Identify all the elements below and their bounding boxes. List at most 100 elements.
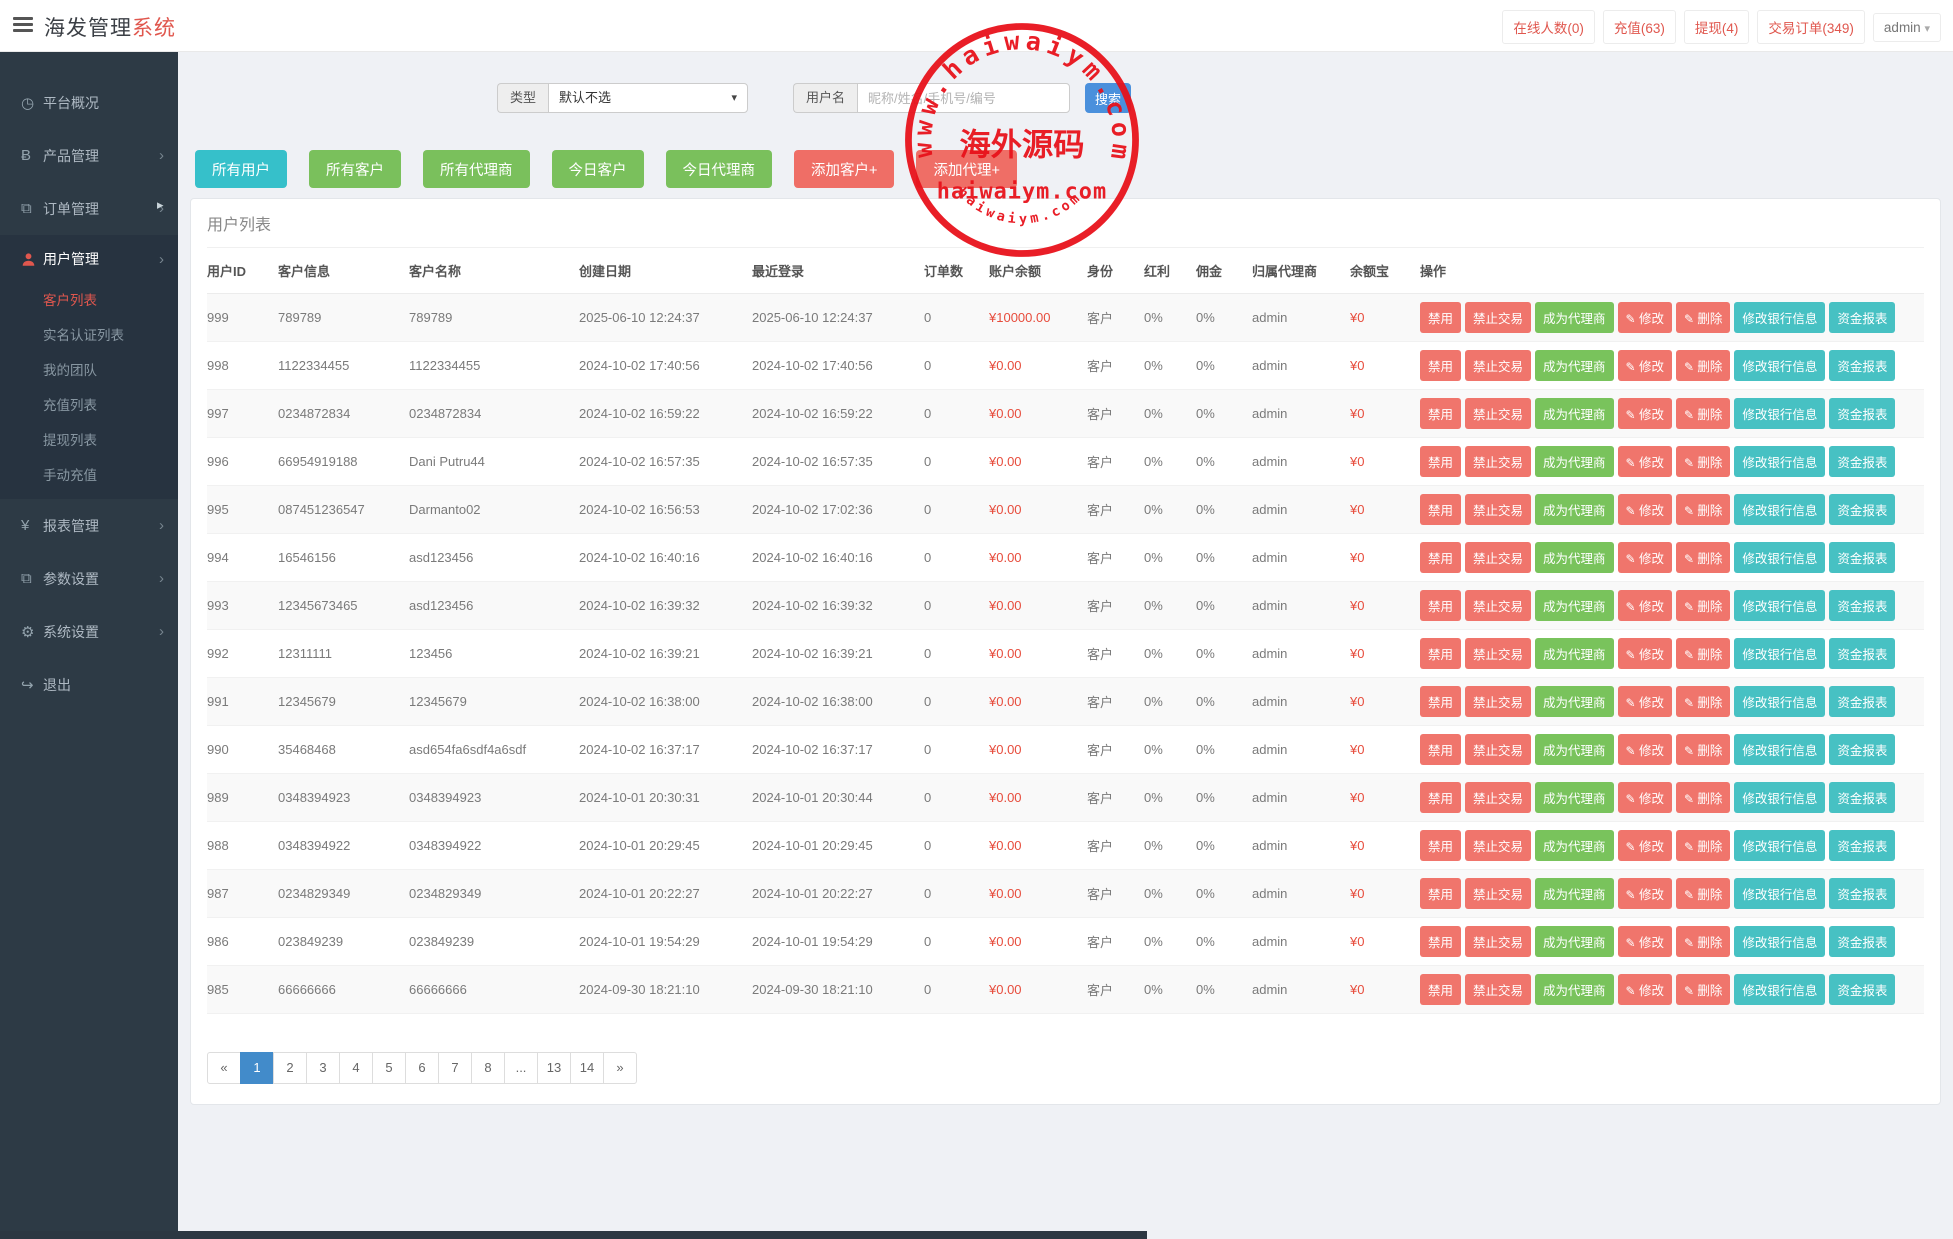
make-agent-button[interactable]: 成为代理商 [1535, 782, 1614, 813]
header-stat-button[interactable]: 提现(4) [1684, 10, 1750, 44]
delete-button[interactable]: ✎ 删除 [1676, 878, 1730, 909]
edit-bank-button[interactable]: 修改银行信息 [1734, 446, 1825, 477]
page-button[interactable]: 4 [339, 1052, 373, 1084]
make-agent-button[interactable]: 成为代理商 [1535, 590, 1614, 621]
page-button[interactable]: 3 [306, 1052, 340, 1084]
ban-trade-button[interactable]: 禁止交易 [1465, 494, 1531, 525]
make-agent-button[interactable]: 成为代理商 [1535, 302, 1614, 333]
header-stat-button[interactable]: 在线人数(0) [1502, 10, 1595, 44]
make-agent-button[interactable]: 成为代理商 [1535, 542, 1614, 573]
disable-button[interactable]: 禁用 [1420, 782, 1461, 813]
sidebar-subitem[interactable]: 充值列表 [0, 388, 178, 423]
search-button[interactable]: 搜索 [1085, 83, 1131, 113]
delete-button[interactable]: ✎ 删除 [1676, 782, 1730, 813]
make-agent-button[interactable]: 成为代理商 [1535, 926, 1614, 957]
edit-button[interactable]: ✎ 修改 [1618, 446, 1672, 477]
fund-report-button[interactable]: 资金报表 [1829, 590, 1895, 621]
delete-button[interactable]: ✎ 删除 [1676, 974, 1730, 1005]
today-customers-button[interactable]: 今日客户 [552, 150, 644, 188]
ban-trade-button[interactable]: 禁止交易 [1465, 686, 1531, 717]
edit-bank-button[interactable]: 修改银行信息 [1734, 878, 1825, 909]
edit-bank-button[interactable]: 修改银行信息 [1734, 542, 1825, 573]
fund-report-button[interactable]: 资金报表 [1829, 542, 1895, 573]
make-agent-button[interactable]: 成为代理商 [1535, 878, 1614, 909]
today-agents-button[interactable]: 今日代理商 [666, 150, 773, 188]
disable-button[interactable]: 禁用 [1420, 446, 1461, 477]
page-button[interactable]: 14 [570, 1052, 604, 1084]
delete-button[interactable]: ✎ 删除 [1676, 926, 1730, 957]
delete-button[interactable]: ✎ 删除 [1676, 446, 1730, 477]
ban-trade-button[interactable]: 禁止交易 [1465, 398, 1531, 429]
make-agent-button[interactable]: 成为代理商 [1535, 830, 1614, 861]
disable-button[interactable]: 禁用 [1420, 302, 1461, 333]
page-button[interactable]: 6 [405, 1052, 439, 1084]
edit-bank-button[interactable]: 修改银行信息 [1734, 494, 1825, 525]
edit-button[interactable]: ✎ 修改 [1618, 494, 1672, 525]
page-button[interactable]: 1 [240, 1052, 274, 1084]
page-next-button[interactable]: » [603, 1052, 637, 1084]
delete-button[interactable]: ✎ 删除 [1676, 398, 1730, 429]
disable-button[interactable]: 禁用 [1420, 398, 1461, 429]
ban-trade-button[interactable]: 禁止交易 [1465, 878, 1531, 909]
all-users-button[interactable]: 所有用户 [195, 150, 287, 188]
ban-trade-button[interactable]: 禁止交易 [1465, 446, 1531, 477]
edit-bank-button[interactable]: 修改银行信息 [1734, 782, 1825, 813]
edit-bank-button[interactable]: 修改银行信息 [1734, 974, 1825, 1005]
fund-report-button[interactable]: 资金报表 [1829, 302, 1895, 333]
disable-button[interactable]: 禁用 [1420, 590, 1461, 621]
hamburger-menu-icon[interactable] [13, 17, 33, 35]
delete-button[interactable]: ✎ 删除 [1676, 494, 1730, 525]
page-button[interactable]: 7 [438, 1052, 472, 1084]
disable-button[interactable]: 禁用 [1420, 974, 1461, 1005]
delete-button[interactable]: ✎ 删除 [1676, 302, 1730, 333]
ban-trade-button[interactable]: 禁止交易 [1465, 974, 1531, 1005]
make-agent-button[interactable]: 成为代理商 [1535, 686, 1614, 717]
add-customer-button[interactable]: 添加客户+ [794, 150, 894, 188]
delete-button[interactable]: ✎ 删除 [1676, 542, 1730, 573]
disable-button[interactable]: 禁用 [1420, 350, 1461, 381]
page-prev-button[interactable]: « [207, 1052, 241, 1084]
sidebar-subitem[interactable]: 我的团队 [0, 353, 178, 388]
fund-report-button[interactable]: 资金报表 [1829, 926, 1895, 957]
edit-bank-button[interactable]: 修改银行信息 [1734, 686, 1825, 717]
edit-bank-button[interactable]: 修改银行信息 [1734, 734, 1825, 765]
fund-report-button[interactable]: 资金报表 [1829, 878, 1895, 909]
ban-trade-button[interactable]: 禁止交易 [1465, 782, 1531, 813]
delete-button[interactable]: ✎ 删除 [1676, 350, 1730, 381]
sidebar-item-dashboard[interactable]: ◷平台概况 [0, 76, 178, 129]
horizontal-scrollbar[interactable] [0, 1231, 1147, 1239]
make-agent-button[interactable]: 成为代理商 [1535, 734, 1614, 765]
make-agent-button[interactable]: 成为代理商 [1535, 638, 1614, 669]
edit-button[interactable]: ✎ 修改 [1618, 782, 1672, 813]
all-customers-button[interactable]: 所有客户 [309, 150, 401, 188]
page-button[interactable]: 2 [273, 1052, 307, 1084]
all-agents-button[interactable]: 所有代理商 [423, 150, 530, 188]
edit-button[interactable]: ✎ 修改 [1618, 302, 1672, 333]
edit-button[interactable]: ✎ 修改 [1618, 542, 1672, 573]
fund-report-button[interactable]: 资金报表 [1829, 734, 1895, 765]
sidebar-item-logout[interactable]: ↪退出 [0, 658, 178, 711]
disable-button[interactable]: 禁用 [1420, 542, 1461, 573]
delete-button[interactable]: ✎ 删除 [1676, 590, 1730, 621]
make-agent-button[interactable]: 成为代理商 [1535, 974, 1614, 1005]
make-agent-button[interactable]: 成为代理商 [1535, 398, 1614, 429]
edit-bank-button[interactable]: 修改银行信息 [1734, 590, 1825, 621]
edit-button[interactable]: ✎ 修改 [1618, 974, 1672, 1005]
disable-button[interactable]: 禁用 [1420, 494, 1461, 525]
fund-report-button[interactable]: 资金报表 [1829, 830, 1895, 861]
edit-button[interactable]: ✎ 修改 [1618, 350, 1672, 381]
fund-report-button[interactable]: 资金报表 [1829, 686, 1895, 717]
edit-bank-button[interactable]: 修改银行信息 [1734, 302, 1825, 333]
sidebar-item-reports[interactable]: ¥报表管理› [0, 499, 178, 552]
ban-trade-button[interactable]: 禁止交易 [1465, 734, 1531, 765]
sidebar-subitem[interactable]: 客户列表 [0, 283, 178, 318]
disable-button[interactable]: 禁用 [1420, 734, 1461, 765]
edit-button[interactable]: ✎ 修改 [1618, 926, 1672, 957]
disable-button[interactable]: 禁用 [1420, 926, 1461, 957]
add-agent-button[interactable]: 添加代理+ [916, 150, 1016, 188]
page-button[interactable]: 13 [537, 1052, 571, 1084]
fund-report-button[interactable]: 资金报表 [1829, 974, 1895, 1005]
sidebar-item-orders[interactable]: ⧉订单管理› [0, 182, 178, 235]
ban-trade-button[interactable]: 禁止交易 [1465, 350, 1531, 381]
edit-button[interactable]: ✎ 修改 [1618, 590, 1672, 621]
